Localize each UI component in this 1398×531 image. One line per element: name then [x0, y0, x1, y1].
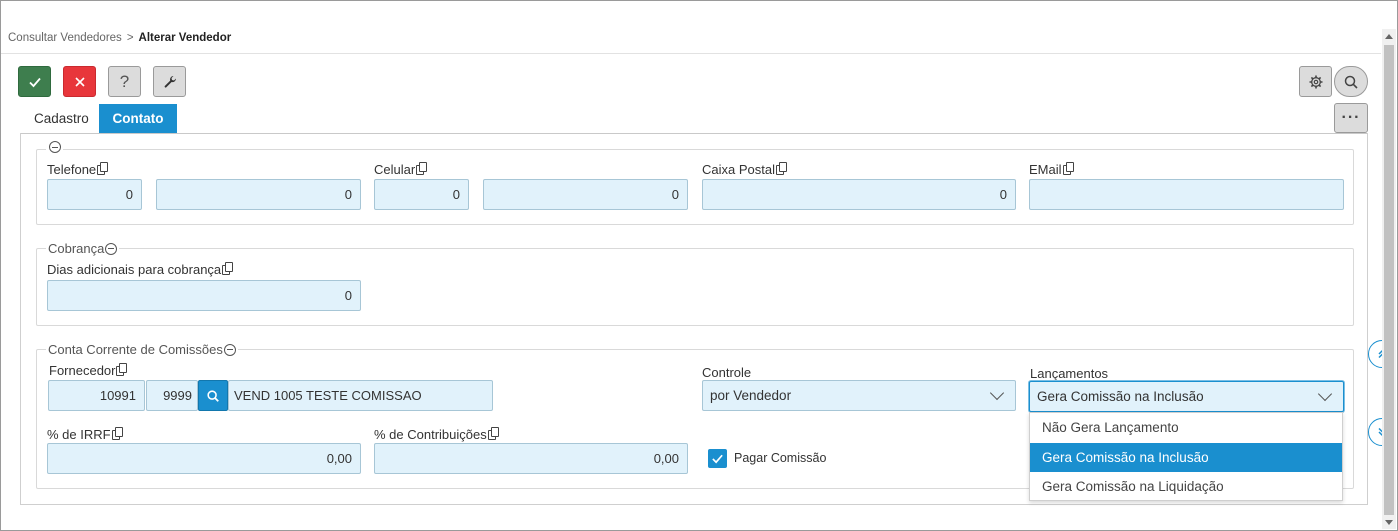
celular-ddd-input[interactable]: 0 [374, 179, 469, 210]
lancamentos-label: Lançamentos [1030, 366, 1109, 381]
comissoes-group-legend: Conta Corrente de Comissões [46, 342, 238, 357]
contact-group-legend [46, 141, 63, 153]
chevron-down-icon [1317, 386, 1333, 402]
email-label-text: EMail [1029, 162, 1062, 177]
tools-button[interactable] [153, 66, 186, 97]
scroll-up-arrow[interactable] [1382, 29, 1396, 43]
comissoes-legend-text: Conta Corrente de Comissões [48, 342, 223, 357]
fornecedor-codigo-input[interactable]: 10991 [48, 380, 145, 411]
settings-button[interactable] [1299, 66, 1332, 97]
copy-icon[interactable] [97, 161, 109, 175]
telefone-label-text: Telefone [47, 162, 97, 177]
telefone-number-input[interactable]: 0 [156, 179, 361, 210]
chevron-down-icon [989, 385, 1005, 401]
telefone-ddd-input[interactable]: 0 [47, 179, 142, 210]
controle-select-value: por Vendedor [710, 388, 792, 403]
breadcrumb-parent[interactable]: Consultar Vendedores [8, 32, 122, 44]
ellipsis-icon: ··· [1341, 109, 1361, 126]
cobranca-group-legend: Cobrança [46, 241, 120, 256]
lancamentos-select[interactable]: Gera Comissão na Inclusão [1029, 381, 1344, 412]
breadcrumb: Consultar Vendedores > Alterar Vendedor [8, 32, 231, 44]
caixa-postal-label: Caixa Postal [702, 161, 787, 177]
celular-number-input[interactable]: 0 [483, 179, 688, 210]
copy-icon[interactable] [416, 161, 428, 175]
arrow-up-icon [1385, 33, 1393, 39]
copy-icon[interactable] [775, 161, 787, 175]
email-input[interactable] [1029, 179, 1344, 210]
search-icon [1344, 75, 1358, 89]
breadcrumb-current: Alterar Vendedor [138, 32, 232, 44]
check-icon [712, 454, 723, 464]
search-icon [207, 389, 219, 402]
dias-adicionais-label: Dias adicionais para cobrança [47, 261, 234, 277]
tab-cadastro[interactable]: Cadastro [20, 104, 103, 133]
contribuicoes-input[interactable]: 0,00 [374, 443, 688, 474]
help-button[interactable]: ? [108, 66, 141, 97]
cancel-button[interactable] [63, 66, 96, 97]
copy-icon[interactable] [222, 261, 234, 275]
tab-contato[interactable]: Contato [99, 104, 177, 133]
lancamentos-dropdown: Não Gera Lançamento Gera Comissão na Inc… [1029, 412, 1343, 501]
controle-select[interactable]: por Vendedor [702, 380, 1016, 411]
search-button[interactable] [1334, 66, 1368, 97]
irrf-label: % de IRRF [47, 426, 123, 442]
contribuicoes-label: % de Contribuições [374, 426, 499, 442]
caixa-postal-label-text: Caixa Postal [702, 162, 775, 177]
lancamentos-select-value: Gera Comissão na Inclusão [1037, 389, 1204, 404]
cobranca-legend-text: Cobrança [48, 241, 105, 256]
contribuicoes-label-text: % de Contribuições [374, 427, 487, 442]
close-icon [74, 76, 85, 87]
irrf-label-text: % de IRRF [47, 427, 111, 442]
pagar-comissao-checkbox[interactable] [708, 449, 727, 468]
dias-adicionais-label-text: Dias adicionais para cobrança [47, 262, 222, 277]
irrf-input[interactable]: 0,00 [47, 443, 361, 474]
collapse-icon[interactable] [105, 242, 118, 255]
fornecedor-label: Fornecedor [49, 362, 128, 378]
dias-adicionais-input[interactable]: 0 [47, 280, 361, 311]
scrollbar-thumb[interactable] [1384, 45, 1394, 515]
celular-label: Celular [374, 161, 428, 177]
gear-icon [1309, 75, 1322, 88]
celular-label-text: Celular [374, 162, 416, 177]
fornecedor-label-text: Fornecedor [49, 363, 116, 378]
fornecedor-lookup-button[interactable] [198, 380, 228, 411]
breadcrumb-separator: > [126, 32, 134, 44]
confirm-button[interactable] [18, 66, 51, 97]
dropdown-option-selected[interactable]: Gera Comissão na Inclusão [1030, 442, 1342, 472]
caixa-postal-input[interactable]: 0 [702, 179, 1016, 210]
scroll-down-arrow[interactable] [1382, 515, 1396, 529]
copy-icon[interactable] [116, 362, 128, 376]
dropdown-option[interactable]: Não Gera Lançamento [1030, 413, 1342, 443]
copy-icon[interactable] [111, 426, 123, 440]
help-icon: ? [119, 71, 130, 91]
pagar-comissao-label[interactable]: Pagar Comissão [734, 451, 826, 465]
fornecedor-nome-input[interactable]: VEND 1005 TESTE COMISSAO [228, 380, 493, 411]
arrow-down-icon [1385, 519, 1393, 525]
check-icon [28, 77, 41, 87]
copy-icon[interactable] [1062, 161, 1074, 175]
collapse-icon[interactable] [49, 141, 61, 153]
fornecedor-loja-input[interactable]: 9999 [146, 380, 198, 411]
window: Consultar Vendedores > Alterar Vendedor ? … [0, 0, 1398, 531]
header-divider [1, 53, 1381, 54]
collapse-icon[interactable] [223, 343, 236, 356]
more-options-button[interactable]: ··· [1334, 103, 1368, 133]
telefone-label: Telefone [47, 161, 109, 177]
copy-icon[interactable] [487, 426, 499, 440]
email-label: EMail [1029, 161, 1074, 177]
controle-label: Controle [702, 365, 752, 380]
wrench-icon [164, 75, 176, 88]
dropdown-option[interactable]: Gera Comissão na Liquidação [1030, 472, 1342, 502]
